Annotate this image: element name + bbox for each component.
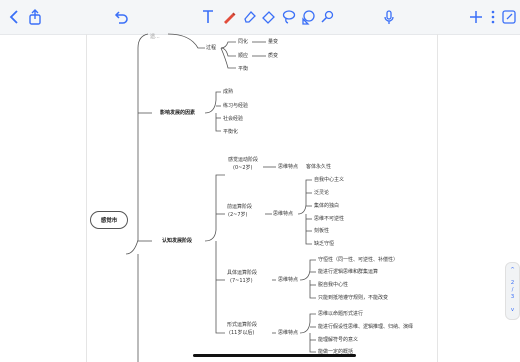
page-down-icon[interactable]: v [506,307,519,313]
node-stage3-feature-2[interactable]: 能进行逻辑思维和群集运算 [318,269,378,275]
node-quantitative-change[interactable]: 量变 [268,39,278,45]
node-assimilation[interactable]: 同化 [238,39,248,45]
node-stage2-feature-4[interactable]: 思维不可逆性 [314,216,344,222]
node-factor-maturation[interactable]: 成熟 [223,89,233,95]
mindmap-root-node[interactable]: 感觉市 [90,211,128,229]
node-stage4-feature-label[interactable]: 思维特点 [278,330,298,336]
node-stage4-feature-3[interactable]: 能理解符号的意义 [318,337,358,343]
node-stage4-feature-1[interactable]: 思维以命题形式进行 [318,311,363,317]
mindmap-connectors [125,33,316,362]
node-stage2-feature-3[interactable]: 集体的独白 [314,203,339,209]
total-pages: 3 [510,294,515,300]
node-stage3-feature-label[interactable]: 思维特点 [278,277,298,283]
node-stage2-name[interactable]: 前运算阶段 [227,204,252,210]
node-stage2-feature-6[interactable]: 缺乏守恒 [314,241,334,247]
node-stage4-name[interactable]: 形式运算阶段 [227,322,257,328]
node-stage3-feature-1[interactable]: 守恒性（同一性、可逆性、补偿性） [318,257,398,263]
partial-node: 遗... [150,34,160,40]
node-factors[interactable]: 影响发展的因素 [160,110,195,116]
node-stage2-feature-label[interactable]: 思维特点 [273,211,293,217]
node-factor-practice[interactable]: 练习与经验 [223,103,248,109]
node-stage3-age: (7~11岁) [230,278,253,284]
node-stage3-feature-3[interactable]: 脱自我中心性 [318,282,348,288]
node-stage4-feature-2[interactable]: 能进行假设性思维、逻辑推理、归纳、演绎 [318,324,413,330]
home-indicator [193,354,356,357]
node-stage2-feature-2[interactable]: 泛灵论 [314,190,329,196]
node-factor-social[interactable]: 社会经验 [223,116,243,122]
mindmap-canvas[interactable]: 感觉市 遗... 过程 同化 顺应 平衡 量变 质变 影响发展的因素 成熟 练习… [0,0,520,362]
node-process[interactable]: 过程 [206,45,216,51]
page-scroller[interactable]: ^ 2 / 3 v [505,262,520,320]
page-separator: / [511,287,514,293]
node-stage3-feature-4[interactable]: 只能到抵地遵守规则，不能改变 [318,295,388,301]
node-qualitative-change[interactable]: 质变 [268,53,278,59]
page-up-icon[interactable]: ^ [506,267,519,273]
node-stage3-name[interactable]: 具体运算阶段 [227,270,257,276]
node-accommodation[interactable]: 顺应 [238,53,248,59]
node-factor-equilibration[interactable]: 平衡化 [223,129,238,135]
node-equilibrium[interactable]: 平衡 [238,66,248,72]
node-stage2-age: (2~7岁) [228,212,248,218]
node-stage1-feature[interactable]: 客体永久性 [306,164,331,170]
node-stage1-age: (0~2岁) [233,165,253,171]
node-stage2-feature-1[interactable]: 自我中心主义 [314,177,344,183]
node-stage1-feature-label[interactable]: 思维特点 [278,164,298,170]
node-stage1-name[interactable]: 感觉运动阶段 [228,157,258,163]
node-stage2-feature-5[interactable]: 刻板性 [314,228,329,234]
node-stages[interactable]: 认知发展阶段 [162,238,192,244]
node-stage4-age: (11岁以后) [229,330,255,336]
current-page: 2 [510,280,515,286]
